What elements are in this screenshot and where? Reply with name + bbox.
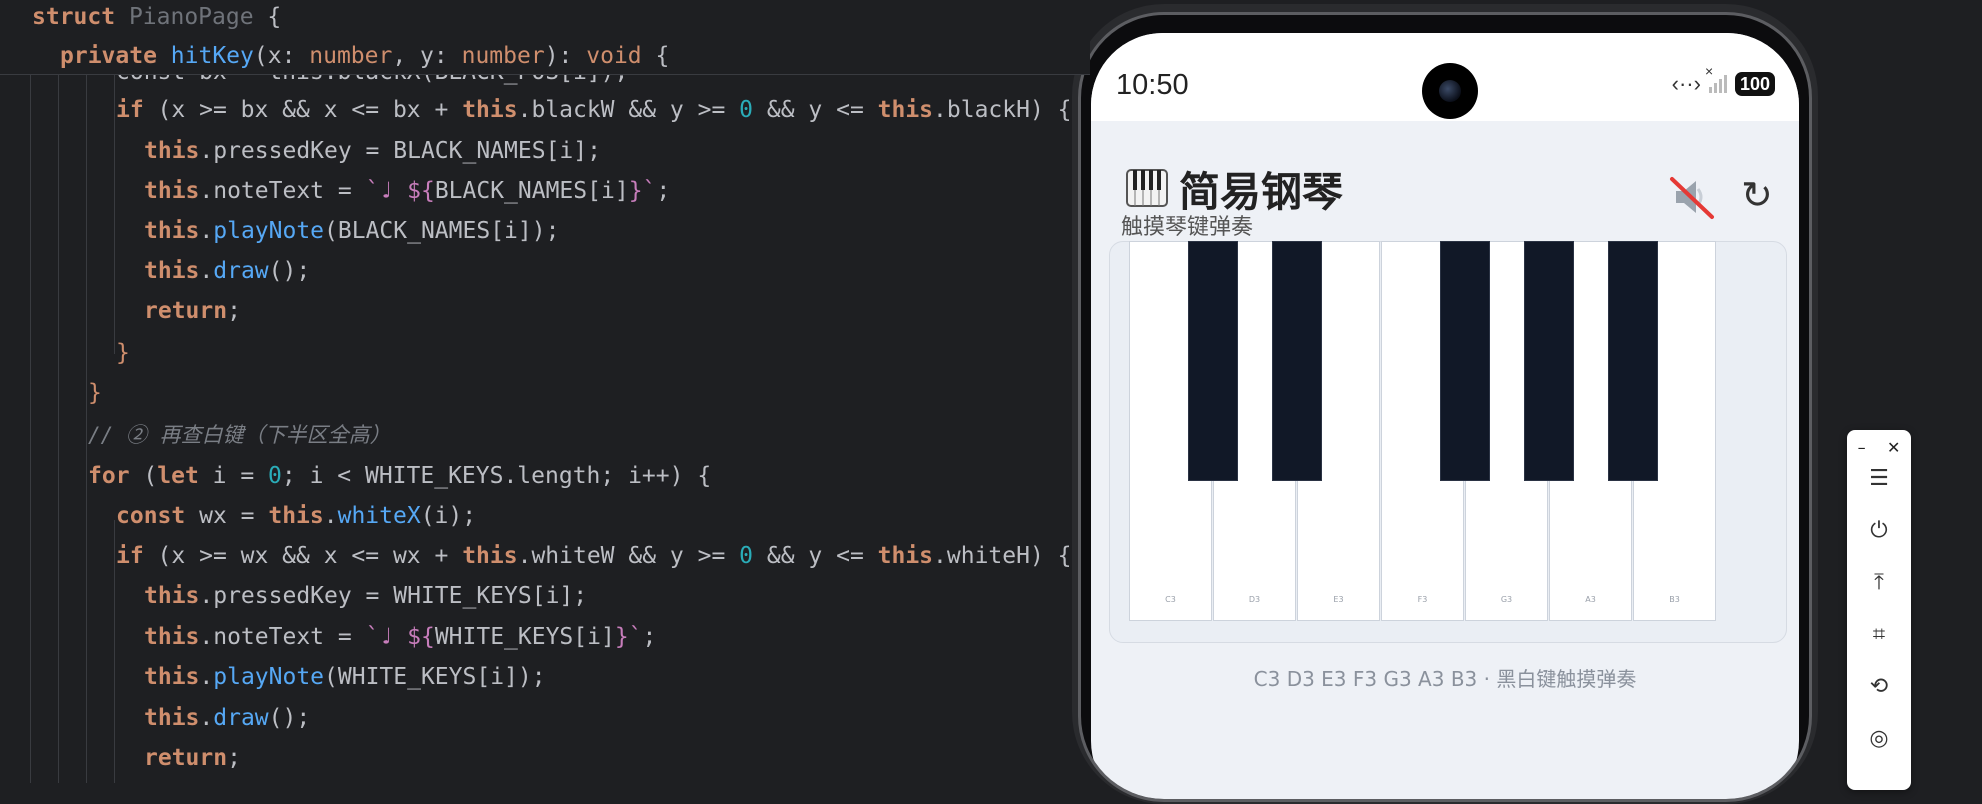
white-key-label: E3: [1333, 595, 1344, 604]
param: , y:: [392, 43, 462, 69]
black-key-F-sharp3[interactable]: [1440, 241, 1490, 481]
code-line-8: }: [88, 380, 102, 406]
keyword: private: [60, 43, 171, 69]
white-key-label: F3: [1417, 595, 1428, 604]
white-key-label: C3: [1165, 595, 1176, 604]
param: (x:: [253, 43, 310, 69]
type: void: [586, 43, 642, 69]
code-line-13: this.pressedKey = WHITE_KEYS[i];: [144, 583, 588, 609]
crop-icon[interactable]: ⌗: [1847, 622, 1911, 647]
brace: {: [641, 43, 670, 69]
keyboard-hint: C3 D3 E3 F3 G3 A3 B3 · 黑白键触摸弹奏: [1253, 667, 1637, 691]
app-subtitle: 触摸琴键弹奏: [1121, 215, 1254, 240]
speaker-muted-icon[interactable]: [1668, 173, 1716, 221]
indent-guide: [30, 74, 31, 783]
struct-name: PianoPage: [128, 4, 254, 30]
network-arrows-icon: ‹··›: [1671, 71, 1701, 96]
panel-window-controls: – ✕: [1847, 438, 1911, 457]
code-line-3: this.noteText = `♩ ${BLACK_NAMES[i]}`;: [144, 178, 671, 204]
refresh-icon[interactable]: ↻: [1741, 171, 1773, 219]
no-signal-x: ×: [1704, 63, 1714, 79]
pin-top-icon[interactable]: ⤒: [1847, 570, 1911, 595]
punct: ):: [544, 43, 587, 69]
status-bar: 10:50 ‹··› × 100: [1091, 33, 1799, 121]
code-editor[interactable]: struct PianoPage { private hitKey(x: num…: [0, 0, 1090, 783]
code-line-10: for (let i = 0; i < WHITE_KEYS.length; i…: [88, 463, 712, 489]
phone-preview: 10:50 ‹··› × 100 简易钢琴 触摸琴键弹奏 ↻ C3 D3 E3 …: [1078, 12, 1812, 802]
black-key-A-sharp3[interactable]: [1608, 241, 1658, 481]
emulator-tool-panel: – ✕ ☰ ⏻ ⤒ ⌗ ⟲ ◎: [1847, 430, 1911, 790]
method-name: hitKey: [170, 43, 254, 69]
code-line-6: return;: [144, 298, 241, 324]
code-line-5: this.draw();: [144, 258, 311, 284]
code-line-2: this.pressedKey = BLACK_NAMES[i];: [144, 138, 601, 164]
phone-screen[interactable]: 10:50 ‹··› × 100 简易钢琴 触摸琴键弹奏 ↻ C3 D3 E3 …: [1091, 33, 1799, 799]
piano-icon: [1126, 169, 1168, 207]
black-key-G-sharp3[interactable]: [1524, 241, 1574, 481]
type: number: [461, 43, 545, 69]
brace: {: [253, 4, 282, 30]
indent-guide: [114, 520, 115, 783]
white-key-label: G3: [1500, 595, 1513, 604]
rotate-icon[interactable]: ⟲: [1847, 674, 1911, 699]
status-icons: ‹··› × 100: [1671, 63, 1775, 97]
menu-icon[interactable]: ☰: [1847, 466, 1911, 491]
front-camera-icon: [1422, 63, 1478, 119]
battery-icon: 100: [1734, 72, 1775, 96]
indent-guide: [114, 74, 115, 354]
code-line-1: if (x >= bx && x <= bx + this.blackW && …: [116, 97, 1072, 123]
indent-guide: [58, 74, 59, 783]
indent-guide: [86, 74, 87, 783]
code-comment: // ② 再查白键（下半区全高）: [88, 423, 391, 447]
white-key-label: B3: [1669, 595, 1680, 604]
code-line-11: const wx = this.whiteX(i);: [116, 503, 477, 529]
screenshot-icon[interactable]: ◎: [1847, 726, 1911, 751]
close-icon[interactable]: ✕: [1887, 438, 1900, 457]
sticky-line-method: private hitKey(x: number, y: number): vo…: [60, 36, 669, 76]
type: number: [309, 43, 393, 69]
code-line-4: this.playNote(BLACK_NAMES[i]);: [144, 218, 560, 244]
code-line-17: return;: [144, 745, 241, 771]
signal-icon: ×: [1705, 63, 1727, 93]
white-key-label: A3: [1585, 595, 1596, 604]
code-line-14: this.noteText = `♩ ${WHITE_KEYS[i]}`;: [144, 624, 657, 650]
code-line-7: }: [116, 340, 130, 366]
code-line-16: this.draw();: [144, 705, 311, 731]
black-key-C-sharp3[interactable]: [1188, 241, 1238, 481]
white-key-label: D3: [1248, 595, 1261, 604]
keyword: struct: [32, 4, 129, 30]
black-key-D-sharp3[interactable]: [1272, 241, 1322, 481]
code-line-15: this.playNote(WHITE_KEYS[i]);: [144, 664, 546, 690]
sticky-scroll-header[interactable]: struct PianoPage { private hitKey(x: num…: [0, 0, 1090, 75]
power-icon[interactable]: ⏻: [1847, 518, 1911, 543]
minimize-icon[interactable]: –: [1858, 438, 1866, 457]
sticky-line-struct: struct PianoPage {: [32, 0, 281, 37]
status-time: 10:50: [1116, 69, 1189, 101]
code-line-12: if (x >= wx && x <= wx + this.whiteW && …: [116, 543, 1072, 569]
